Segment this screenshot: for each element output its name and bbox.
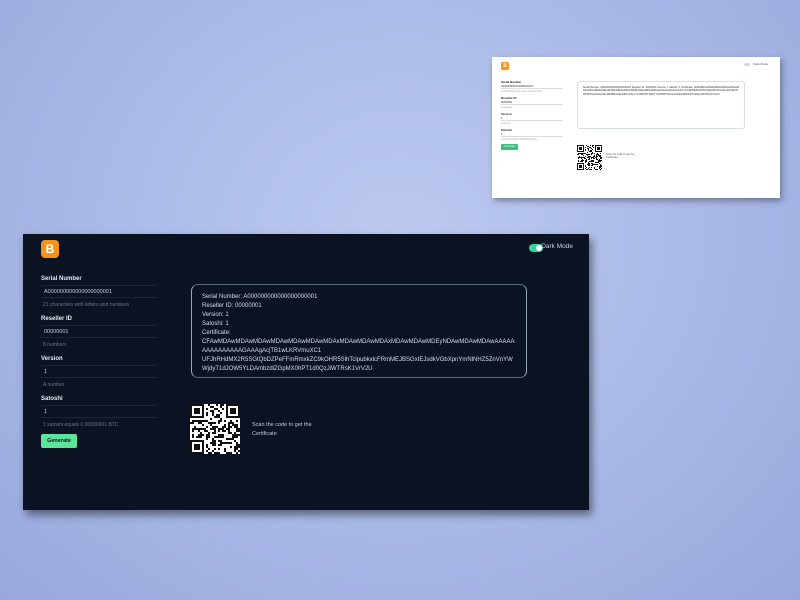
generate-button[interactable]: Generate [41, 434, 77, 448]
reseller-id-label: Reseller ID [41, 316, 73, 322]
version-hint: A number [43, 382, 65, 388]
version-input[interactable]: 1 [41, 365, 157, 378]
qr-caption: Scan the code to get the Certificate [252, 422, 312, 437]
serial-number-input[interactable]: A000000000000000000001 [41, 285, 157, 298]
qr-code-icon [577, 145, 602, 170]
cert-line: Reseller ID: 00000001 [202, 303, 262, 309]
reseller-id-hint: 8 numbers [43, 342, 67, 348]
cert-line: Certificate: [202, 330, 231, 336]
reseller-id-input[interactable]: 00000001 [501, 100, 563, 105]
cert-line: Serial Number: A000000000000000000001 [202, 294, 318, 300]
reseller-id-hint: 8 numbers [501, 106, 513, 109]
certificate-box: Serial Number: A000000000000000000001 Re… [191, 284, 527, 378]
version-hint: A number [501, 122, 512, 125]
satoshi-input[interactable]: 1 [501, 132, 563, 137]
generate-button[interactable]: Generate [501, 144, 518, 150]
qr-code-icon [190, 404, 240, 454]
dark-mode-toggle[interactable] [744, 63, 750, 66]
serial-number-hint: 21 characters with letters and numbers [43, 302, 130, 308]
satoshi-input[interactable]: 1 [41, 405, 157, 418]
dark-mode-screenshot: B Dark Mode Serial Number A0000000000000… [23, 234, 589, 510]
light-mode-screenshot: B Dark Mode Serial Number A0000000000000… [492, 57, 780, 198]
version-input[interactable]: 1 [501, 116, 563, 121]
bitcoin-logo-icon: B [501, 62, 509, 70]
serial-number-label: Serial Number [41, 276, 82, 282]
cert-line: WjdyT1dJOW5YLDAmbzdlZGpMX0hPT1d0QzJiWTRs… [202, 366, 373, 372]
certificate-form: Serial Number A000000000000000000001 21 … [41, 273, 157, 448]
satoshi-hint: 1 satoshi equals 0.00000001 BTC [501, 138, 538, 141]
serial-number-hint: 21 characters with letters and numbers [501, 90, 543, 93]
dark-mode-label: Dark Mode [753, 62, 768, 66]
cert-line: UFJhRHdMX2R5SGtQbDZPeFFmRmxkZC9kOHR5SlhT… [202, 357, 513, 363]
version-label: Version [41, 356, 63, 362]
cert-line: WjdyT1dJOW5YLDAmbzdlZGpMX0hPT1d0QzJiWTRs… [648, 92, 720, 96]
satoshi-hint: 1 satoshi equals 0.00000001 BTC [43, 422, 119, 428]
bitcoin-logo-icon: B [41, 240, 59, 258]
serial-number-input[interactable]: A000000000000000000001 [501, 84, 563, 89]
satoshi-label: Satoshi [41, 396, 63, 402]
light-form: Serial Number A000000000000000000001 21 … [501, 77, 563, 150]
certificate-box: Serial Number: A000000000000000000001 Re… [577, 81, 745, 129]
qr-caption: Scan the code to get the Certificate [606, 153, 635, 159]
dark-mode-label: Dark Mode [541, 243, 573, 250]
cert-line: Satoshi: 1 [202, 321, 229, 327]
cert-line: CFAwMDAwMDAwMDAwMDAwMDAwMDAwMDAxMDAwMDAw… [202, 339, 515, 354]
reseller-id-input[interactable]: 00000001 [41, 325, 157, 338]
cert-line: Version: 1 [202, 312, 229, 318]
